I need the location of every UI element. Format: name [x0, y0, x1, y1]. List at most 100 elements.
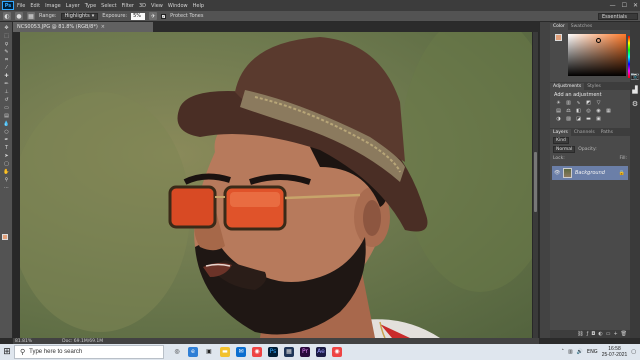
- black-white-icon[interactable]: ◧: [575, 108, 582, 114]
- layer-kind-select[interactable]: Kind: [553, 137, 569, 144]
- lock-icon[interactable]: 🔒: [619, 170, 625, 176]
- taskbar-search[interactable]: ⚲ Type here to search: [14, 345, 164, 359]
- brush-panel-icon[interactable]: ▦: [27, 12, 35, 20]
- mail-icon[interactable]: ✉: [236, 347, 246, 357]
- stamp-tool-icon[interactable]: ⊥: [2, 89, 11, 96]
- color-balance-icon[interactable]: ⚖: [565, 108, 572, 114]
- move-tool-icon[interactable]: ✥: [2, 25, 11, 32]
- brightness-contrast-icon[interactable]: ☀: [555, 100, 562, 106]
- notifications-icon[interactable]: ▢: [631, 349, 636, 355]
- tab-swatches[interactable]: Swatches: [568, 23, 596, 30]
- tab-channels[interactable]: Channels: [571, 129, 598, 136]
- type-tool-icon[interactable]: T: [2, 145, 11, 152]
- menu-view[interactable]: View: [151, 3, 163, 9]
- language-indicator[interactable]: ENG: [587, 349, 598, 355]
- tray-chevron-icon[interactable]: ˄: [561, 349, 564, 355]
- brush-tool-icon[interactable]: ✏: [2, 81, 11, 88]
- color-lookup-icon[interactable]: ▦: [605, 108, 612, 114]
- store-icon[interactable]: ▣: [204, 347, 214, 357]
- posterize-icon[interactable]: ▨: [565, 116, 572, 122]
- menu-file[interactable]: File: [17, 3, 25, 9]
- eraser-tool-icon[interactable]: ▭: [2, 105, 11, 112]
- zoom-level[interactable]: 81.81%: [15, 339, 32, 344]
- document-size[interactable]: Doc: 69.1M/69.1M: [62, 339, 103, 344]
- color-picker-field[interactable]: [568, 34, 632, 78]
- task-view-icon[interactable]: ◎: [172, 347, 182, 357]
- document-tab[interactable]: NCS0053.JPG @ 81.8% (RGB/8*) ×: [13, 22, 153, 32]
- blur-tool-icon[interactable]: 💧: [2, 121, 11, 128]
- marquee-tool-icon[interactable]: ⬚: [2, 33, 11, 40]
- photo-filter-icon[interactable]: ◎: [585, 108, 592, 114]
- tab-paths[interactable]: Paths: [598, 129, 616, 136]
- file-explorer-icon[interactable]: ▬: [220, 347, 230, 357]
- tab-styles[interactable]: Styles: [584, 83, 604, 90]
- workspace-select[interactable]: Essentials: [598, 13, 638, 20]
- range-select[interactable]: Highlights ▾: [60, 12, 99, 20]
- exposure-input[interactable]: 5%: [131, 12, 146, 20]
- threshold-icon[interactable]: ◪: [575, 116, 582, 122]
- lasso-tool-icon[interactable]: ϙ: [2, 41, 11, 48]
- mask-icon[interactable]: ◘: [591, 331, 595, 337]
- vibrance-icon[interactable]: ▽: [595, 100, 602, 106]
- menu-3d[interactable]: 3D: [139, 3, 146, 9]
- chrome-icon[interactable]: ◉: [252, 347, 262, 357]
- premiere-icon[interactable]: Pr: [300, 347, 310, 357]
- edge-icon[interactable]: e: [188, 347, 198, 357]
- crop-tool-icon[interactable]: ⌗: [2, 57, 11, 64]
- selective-color-icon[interactable]: ▣: [595, 116, 602, 122]
- shape-tool-icon[interactable]: ▢: [2, 161, 11, 168]
- color-panel-foreground-swatch[interactable]: [555, 34, 562, 41]
- gradient-map-icon[interactable]: ▬: [585, 116, 592, 122]
- gradient-tool-icon[interactable]: ▤: [2, 113, 11, 120]
- minimize-button[interactable]: —: [610, 0, 616, 11]
- chrome-profile-icon[interactable]: ◉: [332, 347, 342, 357]
- dodge-tool-icon[interactable]: ○: [2, 129, 11, 136]
- invert-icon[interactable]: ◑: [555, 116, 562, 122]
- tab-layers[interactable]: Layers: [550, 129, 571, 136]
- protect-tones-checkbox[interactable]: ✓: [161, 13, 167, 19]
- exposure-icon[interactable]: ◩: [585, 100, 592, 106]
- network-icon[interactable]: ▥: [568, 349, 573, 355]
- path-select-tool-icon[interactable]: ➤: [2, 153, 11, 160]
- tab-color[interactable]: Color: [550, 23, 568, 30]
- new-fill-icon[interactable]: ◐: [598, 331, 602, 337]
- close-tab-icon[interactable]: ×: [101, 24, 105, 30]
- scrollbar-thumb[interactable]: [534, 152, 537, 212]
- layer-row-background[interactable]: 👁 Background 🔒: [552, 166, 628, 180]
- gear-icon[interactable]: ⚙: [632, 100, 638, 108]
- foreground-color-swatch[interactable]: [2, 234, 8, 240]
- levels-icon[interactable]: ▥: [565, 100, 572, 106]
- menu-type[interactable]: Type: [85, 3, 96, 9]
- blend-mode-select[interactable]: Normal: [553, 146, 576, 153]
- app-icon[interactable]: ▦: [284, 347, 294, 357]
- link-icon[interactable]: ⛓: [577, 331, 583, 337]
- channel-mixer-icon[interactable]: ◉: [595, 108, 602, 114]
- layer-name[interactable]: Background: [575, 170, 605, 176]
- menu-layer[interactable]: Layer: [66, 3, 80, 9]
- hue-saturation-icon[interactable]: ▤: [555, 108, 562, 114]
- after-effects-icon[interactable]: Ae: [316, 347, 326, 357]
- camera-icon[interactable]: 📷: [631, 72, 640, 80]
- history-brush-tool-icon[interactable]: ↺: [2, 97, 11, 104]
- photoshop-taskbar-icon[interactable]: Ps: [268, 347, 278, 357]
- dodge-tool-preset-icon[interactable]: ◐: [3, 12, 11, 20]
- maximize-button[interactable]: ☐: [622, 0, 627, 11]
- airbrush-icon[interactable]: ✈: [149, 12, 158, 20]
- close-button[interactable]: ✕: [633, 0, 638, 11]
- collapsed-dock[interactable]: [539, 22, 550, 338]
- menu-select[interactable]: Select: [101, 3, 116, 9]
- document-canvas[interactable]: [20, 32, 532, 338]
- volume-icon[interactable]: 🔊: [577, 349, 583, 355]
- brush-size-icon[interactable]: ●: [15, 12, 23, 20]
- eyedropper-tool-icon[interactable]: ⁄: [2, 65, 11, 72]
- windows-start-icon[interactable]: ⊞: [0, 344, 14, 360]
- menu-help[interactable]: Help: [193, 3, 204, 9]
- folder-icon[interactable]: ▭: [606, 331, 611, 337]
- trash-icon[interactable]: 🗑: [621, 331, 627, 337]
- fx-icon[interactable]: ƒ: [587, 331, 589, 337]
- new-layer-icon[interactable]: +: [613, 331, 617, 337]
- eye-icon[interactable]: 👁: [554, 170, 560, 176]
- pen-tool-icon[interactable]: ✒: [2, 137, 11, 144]
- menu-edit[interactable]: Edit: [30, 3, 40, 9]
- color-picker-cursor[interactable]: [596, 38, 601, 43]
